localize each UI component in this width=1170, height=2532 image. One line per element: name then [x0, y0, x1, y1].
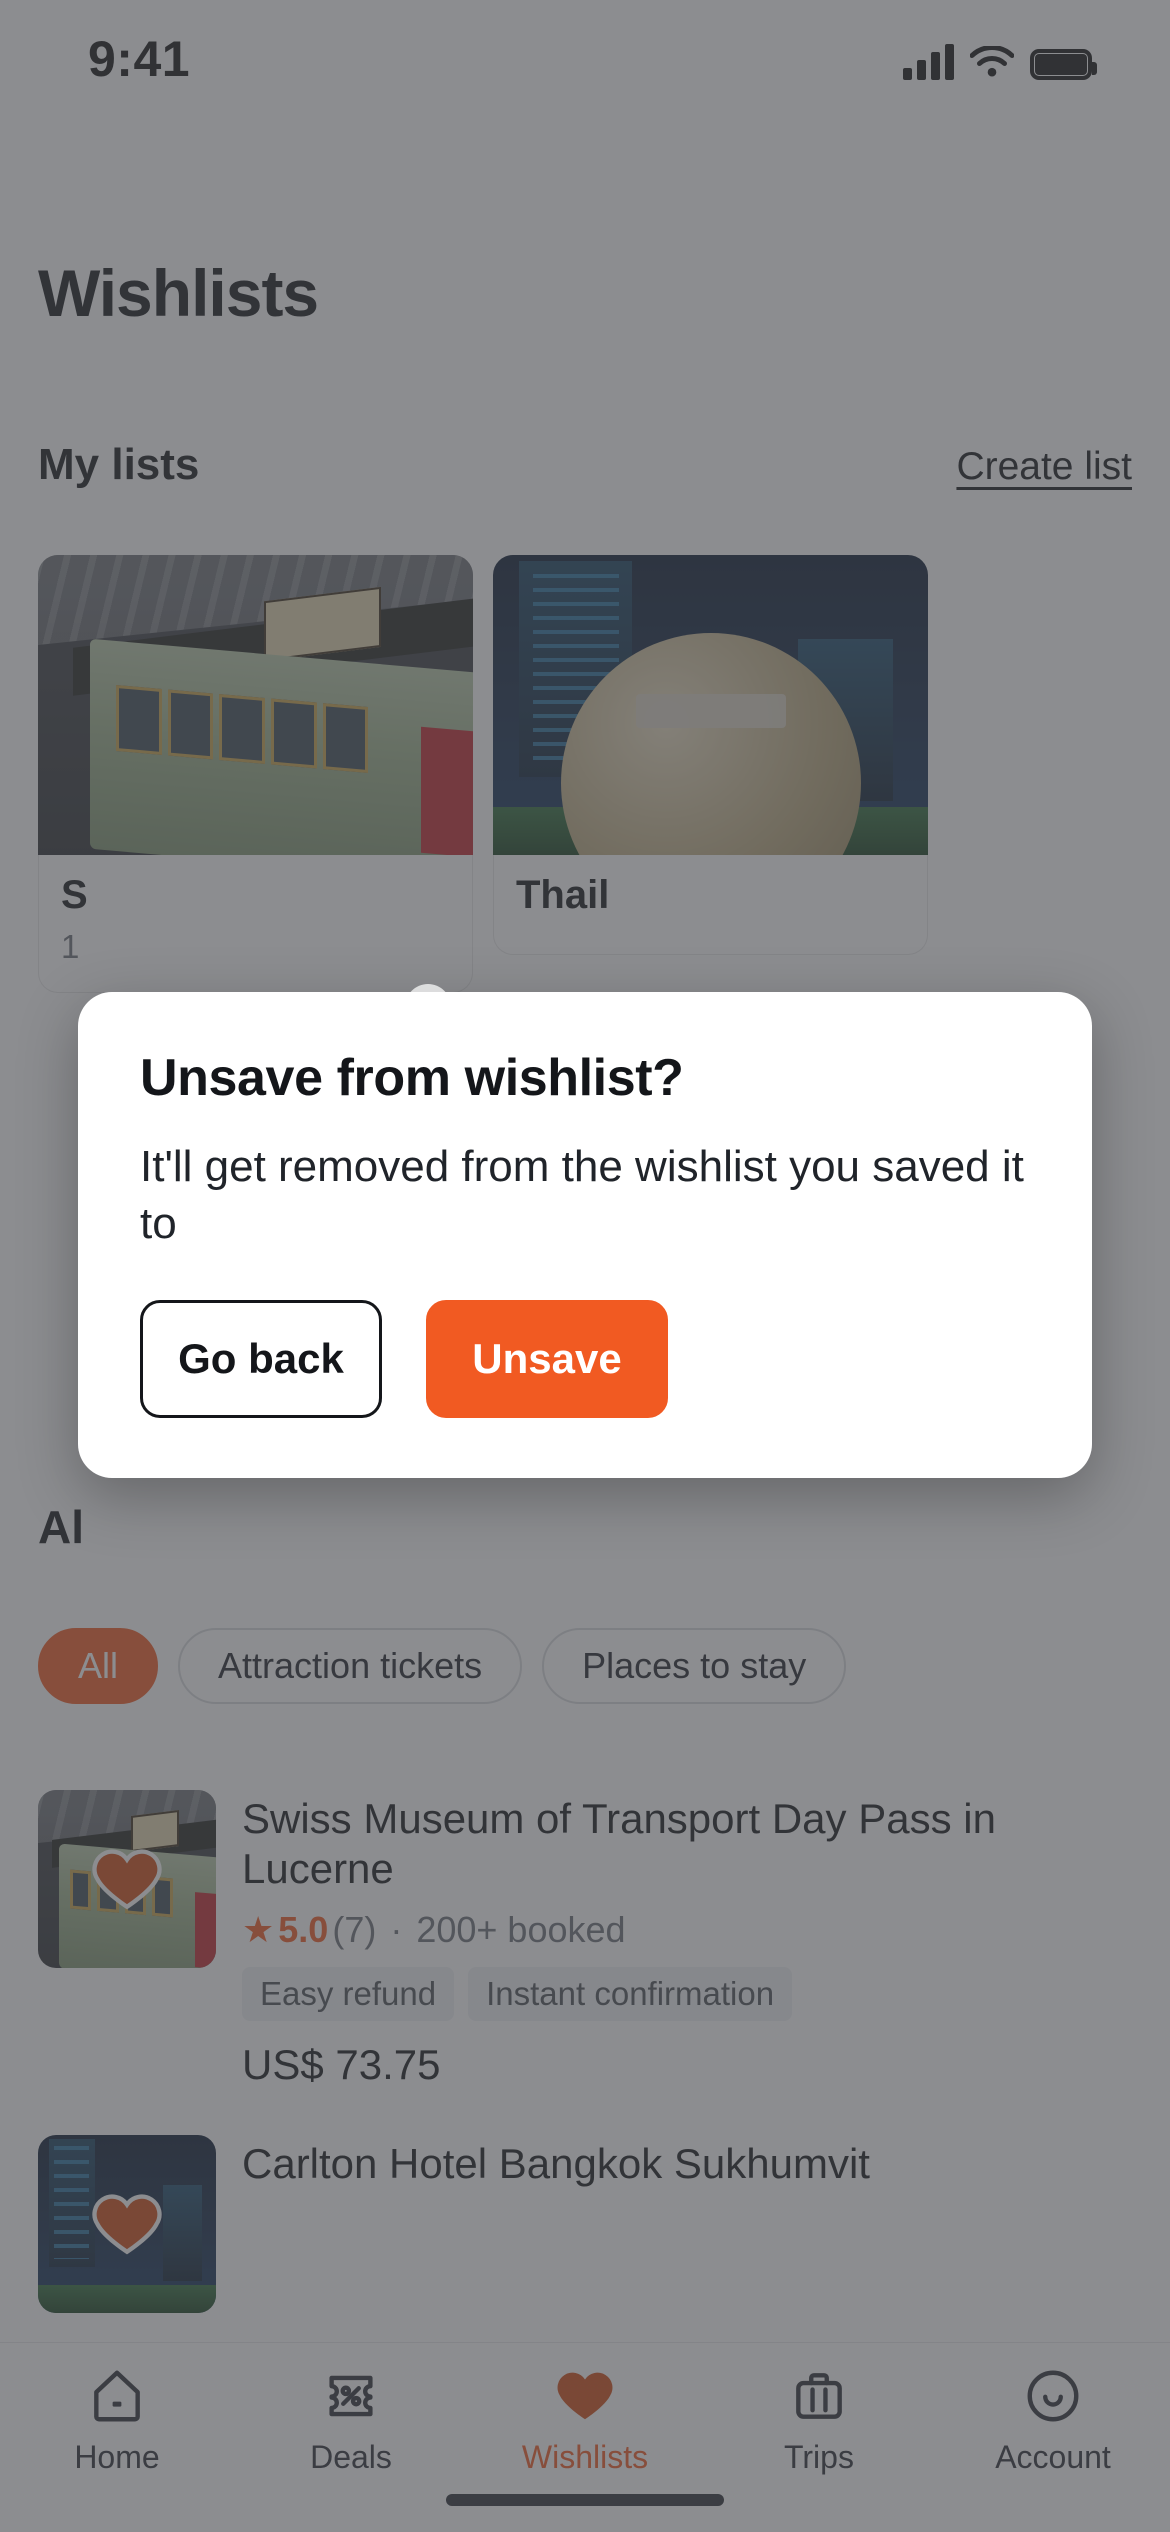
touch-indicator — [405, 984, 451, 1030]
dialog-actions: Go back Unsave — [140, 1300, 1030, 1419]
unsave-confirmation-dialog: Unsave from wishlist? It'll get removed … — [78, 992, 1092, 1479]
unsave-button[interactable]: Unsave — [426, 1300, 668, 1419]
go-back-button[interactable]: Go back — [140, 1300, 382, 1419]
dialog-body: It'll get removed from the wishlist you … — [140, 1142, 1024, 1249]
dialog-title: Unsave from wishlist? — [140, 1049, 684, 1107]
